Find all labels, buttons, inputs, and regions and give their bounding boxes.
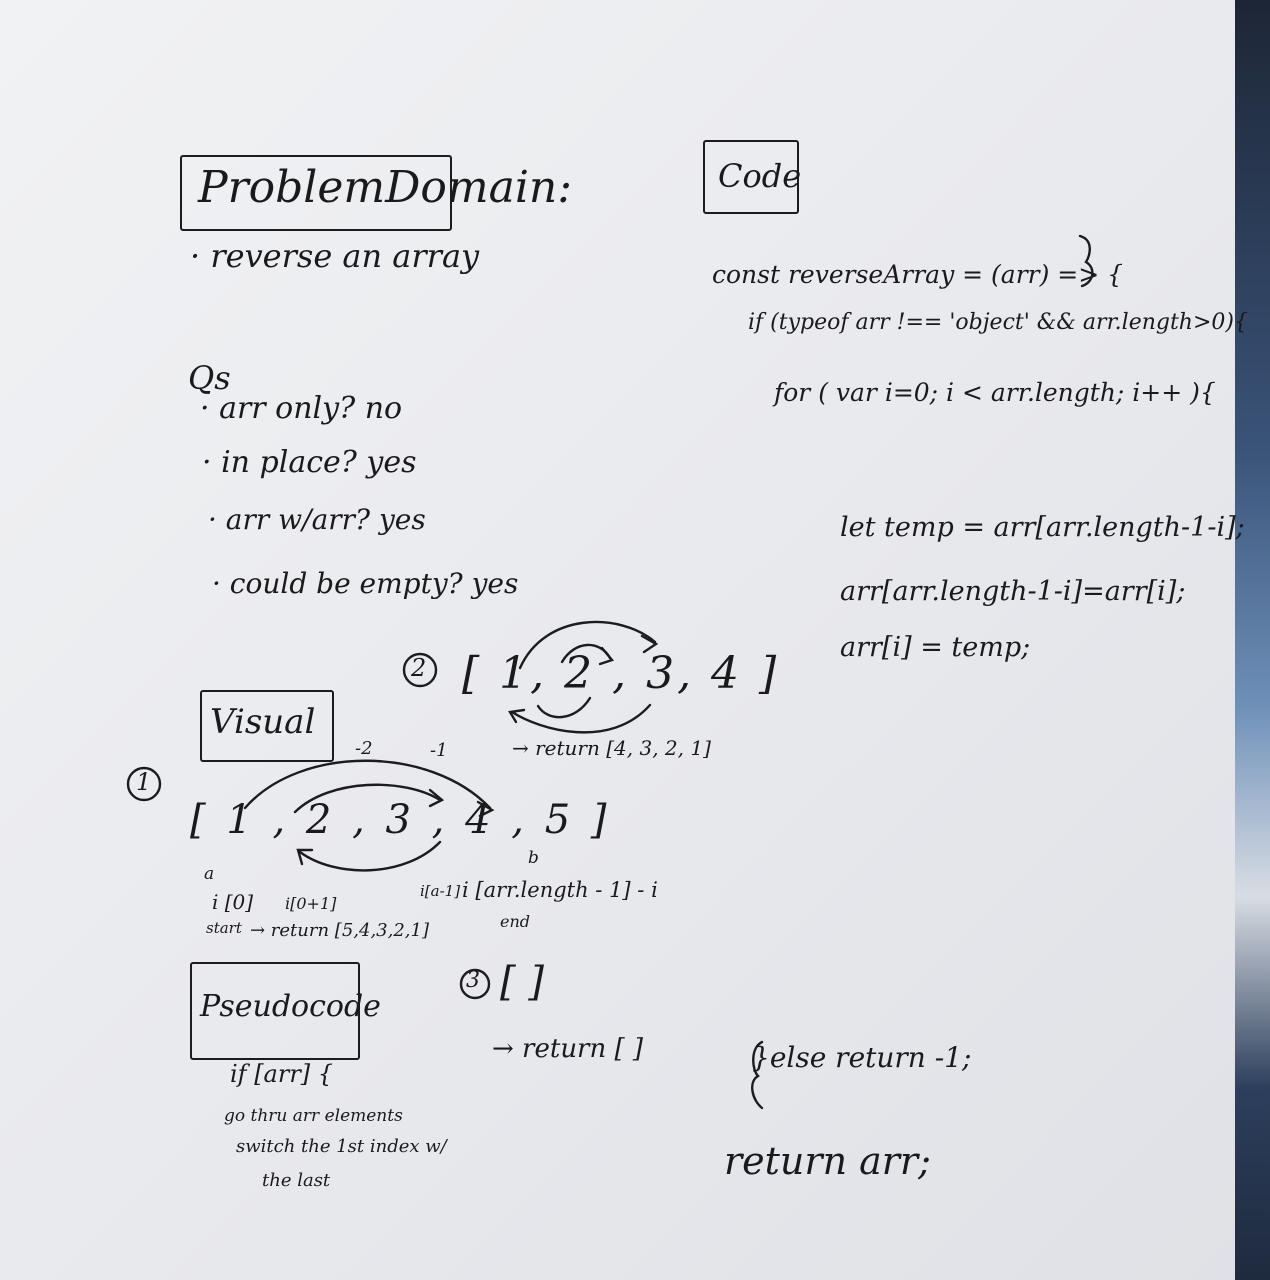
example1-marker: 1 xyxy=(136,768,152,796)
example2-result: → return [4, 3, 2, 1] xyxy=(512,736,711,760)
pseudocode-line: if [arr] { xyxy=(230,1060,334,1088)
code-line: const reverseArray = (arr) => { xyxy=(712,260,1124,289)
example1-label-b: b xyxy=(528,848,539,868)
example1-index-end: i [arr.length - 1] - i xyxy=(462,878,658,902)
question-item: · arr w/arr? yes xyxy=(208,503,426,536)
example3-marker: 3 xyxy=(466,968,480,993)
example2-array: [ 1, 2 , 3, 4 ] xyxy=(462,648,780,699)
code-line: if (typeof arr !== 'object' && arr.lengt… xyxy=(748,310,1248,335)
visual-title: Visual xyxy=(210,702,316,742)
example1-end: end xyxy=(500,912,531,931)
code-line: arr[i] = temp; xyxy=(840,632,1031,663)
code-line: let temp = arr[arr.length-1-i]; xyxy=(840,512,1245,543)
code-title: Code xyxy=(718,157,802,195)
example1-index-start: i [0] xyxy=(212,890,254,914)
example3-result: → return [ ] xyxy=(492,1034,644,1064)
example1-label-a: a xyxy=(204,864,215,884)
problem-domain-title: ProblemDomain: xyxy=(198,162,573,213)
example1-start: start xyxy=(206,919,242,937)
question-item: · arr only? no xyxy=(200,391,403,426)
example1-array: [ 1 , 2 , 3 , 4 , 5 ] xyxy=(190,797,611,843)
pseudocode-title: Pseudocode xyxy=(200,989,381,1024)
code-line: for ( var i=0; i < arr.length; i++ ){ xyxy=(774,378,1216,407)
questions-heading: Qs xyxy=(188,359,231,397)
example1-index-prev: i[a-1] xyxy=(420,882,461,900)
pseudocode-line: switch the 1st index w/ xyxy=(236,1136,447,1157)
code-line: arr[arr.length-1-i]=arr[i]; xyxy=(840,576,1186,607)
background-edge xyxy=(1235,0,1270,1280)
example1-result: → return [5,4,3,2,1] xyxy=(250,920,429,941)
code-line: }else return -1; xyxy=(752,1041,972,1074)
example3-array: [ ] xyxy=(500,959,544,1005)
question-item: · in place? yes xyxy=(202,445,417,480)
problem-domain-task: · reverse an array xyxy=(190,237,480,275)
example2-marker: 2 xyxy=(411,654,427,682)
code-line: return arr; xyxy=(724,1139,931,1183)
example1-neg-label: -2 xyxy=(355,738,373,759)
example1-neg-label: -1 xyxy=(430,740,448,761)
question-item: · could be empty? yes xyxy=(212,567,519,600)
pseudocode-line: the last xyxy=(262,1170,331,1191)
pseudocode-line: go thru arr elements xyxy=(224,1106,403,1126)
example1-index-next: i[0+1] xyxy=(285,894,337,913)
